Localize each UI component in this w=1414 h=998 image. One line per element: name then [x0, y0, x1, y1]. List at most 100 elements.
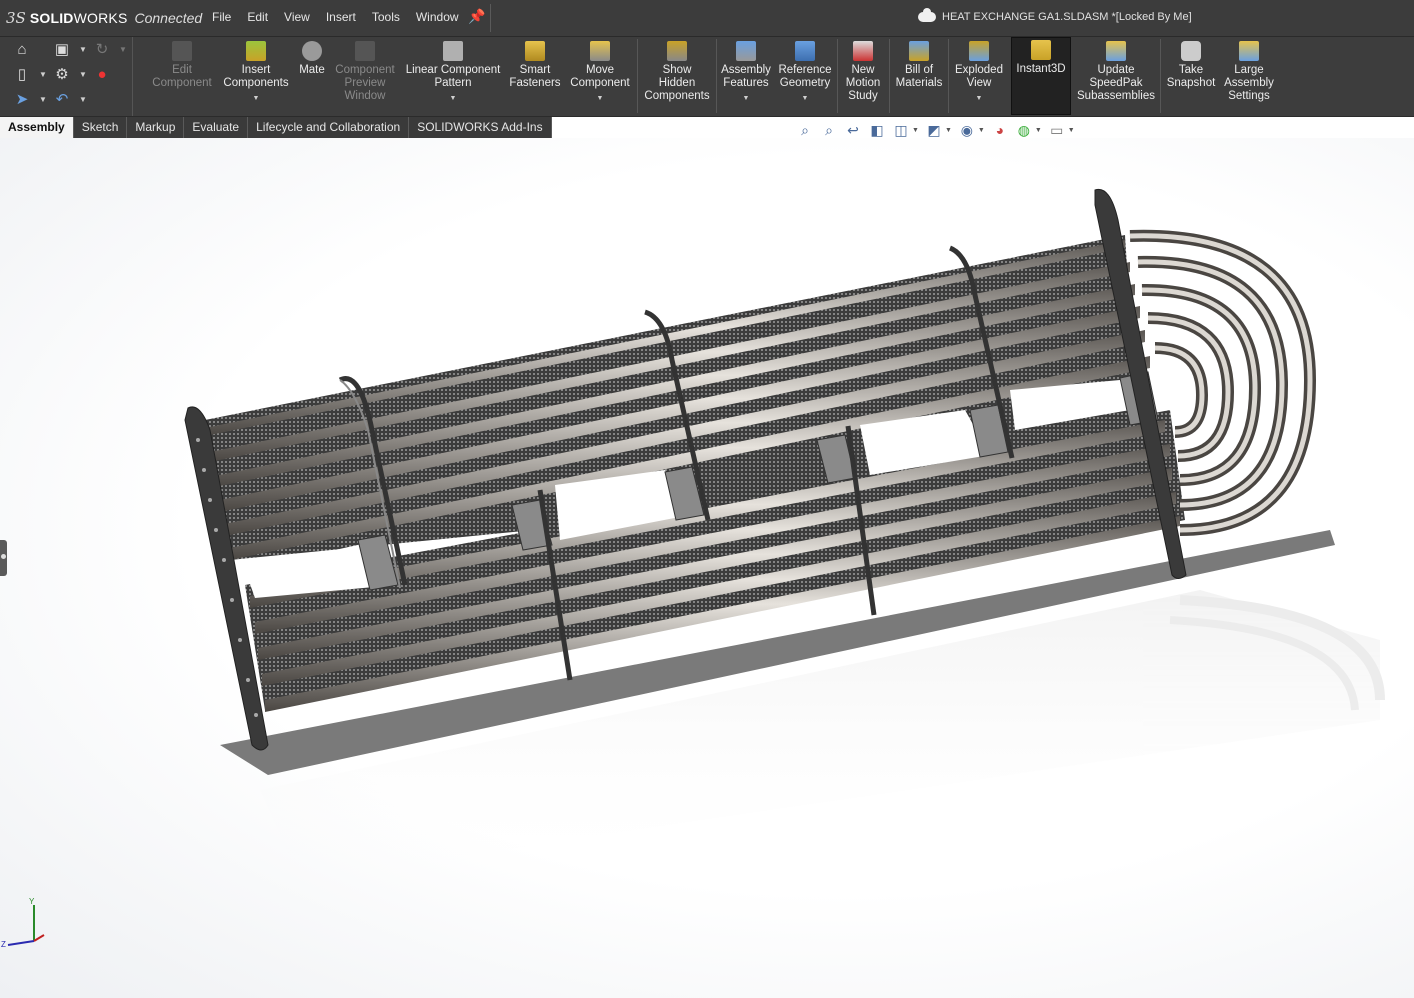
preview-window-icon: [355, 41, 375, 61]
title-separator: [490, 4, 491, 32]
zoom-to-fit-icon[interactable]: ⌕: [796, 121, 814, 139]
reference-triad: Y Z: [1, 897, 45, 949]
quick-access-toolbar: ⌂ ▣ ▼ ↻ ▼ ▯ ▼ ⚙ ▼ ● ➤ ▼ ↶ ▼: [0, 37, 133, 116]
menu-file[interactable]: File: [204, 10, 239, 24]
mate-button[interactable]: Mate: [294, 39, 330, 115]
edit-component-icon: [172, 41, 192, 61]
ribbon-separator: [948, 39, 949, 113]
apply-scene-icon[interactable]: ◍: [1015, 121, 1033, 139]
bill-of-materials-button[interactable]: Bill of Materials: [892, 39, 946, 115]
section-view-icon[interactable]: ◧: [868, 121, 886, 139]
view-settings-monitor-icon[interactable]: ▭: [1048, 121, 1066, 139]
new-dropdown-icon[interactable]: ▼: [39, 70, 47, 79]
smart-fasteners-icon: [525, 41, 545, 61]
cloud-icon: [918, 8, 936, 22]
bill-of-materials-icon: [909, 41, 929, 61]
edit-component-button[interactable]: Edit Component: [146, 39, 218, 115]
linear-pattern-dropdown-icon[interactable]: ▼: [402, 92, 504, 105]
ribbon-separator: [837, 39, 838, 113]
undo-icon[interactable]: ↶: [53, 91, 71, 109]
tab-lifecycle-collaboration[interactable]: Lifecycle and Collaboration: [248, 117, 410, 138]
tab-markup[interactable]: Markup: [127, 117, 185, 138]
smart-fasteners-button[interactable]: Smart Fasteners: [506, 39, 564, 115]
menu-insert[interactable]: Insert: [318, 10, 364, 24]
reference-geometry-icon: [795, 41, 815, 61]
menu-window[interactable]: Window: [408, 10, 467, 24]
insert-components-dropdown-icon[interactable]: ▼: [220, 92, 292, 105]
select-cursor-icon[interactable]: ➤: [13, 91, 31, 109]
heat-exchanger-model[interactable]: [0, 138, 1414, 898]
triad-z-label: Z: [1, 940, 6, 949]
document-title: HEAT EXCHANGE GA1.SLDASM *[Locked By Me]: [918, 8, 1192, 23]
view-settings-dropdown-icon[interactable]: ▼: [1068, 127, 1075, 134]
ribbon-separator: [637, 39, 638, 113]
ribbon-separator: [889, 39, 890, 113]
take-snapshot-button[interactable]: Take Snapshot: [1163, 39, 1219, 115]
new-motion-study-button[interactable]: New Motion Study: [840, 39, 886, 115]
instant3d-button[interactable]: Instant3D: [1011, 37, 1071, 115]
edit-appearance-icon[interactable]: ◕: [991, 121, 1009, 139]
linear-pattern-icon: [443, 41, 463, 61]
tab-sketch[interactable]: Sketch: [74, 117, 128, 138]
apply-scene-dropdown-icon[interactable]: ▼: [1035, 127, 1042, 134]
instant3d-icon: [1031, 40, 1051, 60]
component-preview-window-button[interactable]: Component Preview Window: [332, 39, 398, 115]
show-hidden-components-button[interactable]: Show Hidden Components: [642, 39, 712, 115]
rebuild-dropdown-icon[interactable]: ▼: [119, 45, 127, 54]
previous-view-icon[interactable]: ↩: [844, 121, 862, 139]
assembly-features-dropdown-icon[interactable]: ▼: [720, 92, 772, 105]
move-component-button[interactable]: Move Component ▼: [566, 39, 634, 115]
insert-components-icon: [246, 41, 266, 61]
reference-geometry-dropdown-icon[interactable]: ▼: [776, 92, 834, 105]
mate-paperclip-icon: [302, 41, 322, 61]
assembly-features-button[interactable]: Assembly Features ▼: [720, 39, 772, 115]
save-dropdown-icon[interactable]: ▼: [79, 45, 87, 54]
tab-evaluate[interactable]: Evaluate: [184, 117, 249, 138]
menu-bar: File Edit View Insert Tools Window: [204, 10, 467, 24]
tab-solidworks-add-ins[interactable]: SOLIDWORKS Add-Ins: [409, 117, 552, 138]
large-assembly-icon: [1239, 41, 1259, 61]
display-style-dropdown-icon[interactable]: ▼: [945, 127, 952, 134]
new-document-icon[interactable]: ▯: [13, 66, 31, 84]
home-icon[interactable]: ⌂: [13, 41, 31, 59]
move-component-icon: [590, 41, 610, 61]
ribbon-separator: [716, 39, 717, 113]
display-style-icon[interactable]: ◩: [925, 121, 943, 139]
brand-variant: Connected: [134, 10, 203, 26]
large-assembly-settings-button[interactable]: Large Assembly Settings: [1222, 39, 1276, 115]
command-manager-tabs: Assembly Sketch Markup Evaluate Lifecycl…: [0, 117, 552, 138]
hide-show-dropdown-icon[interactable]: ▼: [978, 127, 985, 134]
zoom-to-area-icon[interactable]: ⌕: [820, 121, 838, 139]
menu-view[interactable]: View: [276, 10, 318, 24]
undo-dropdown-icon[interactable]: ▼: [79, 95, 87, 104]
menu-edit[interactable]: Edit: [239, 10, 276, 24]
exploded-view-dropdown-icon[interactable]: ▼: [951, 92, 1007, 105]
update-speedpak-button[interactable]: Update SpeedPak Subassemblies: [1074, 39, 1158, 115]
rebuild-icon[interactable]: ↻: [93, 41, 111, 59]
ds-logo-icon: 3S: [6, 9, 26, 27]
insert-components-button[interactable]: Insert Components ▼: [220, 39, 292, 115]
pin-menu-icon[interactable]: 📌: [468, 8, 485, 25]
linear-component-pattern-button[interactable]: Linear Component Pattern ▼: [402, 39, 504, 115]
reference-geometry-button[interactable]: Reference Geometry ▼: [776, 39, 834, 115]
exploded-view-button[interactable]: Exploded View ▼: [951, 39, 1007, 115]
document-title-text: HEAT EXCHANGE GA1.SLDASM *[Locked By Me]: [942, 11, 1192, 23]
speedpak-icon: [1106, 41, 1126, 61]
tab-assembly[interactable]: Assembly: [0, 117, 74, 138]
traffic-light-icon[interactable]: ●: [93, 66, 111, 84]
heads-up-view-toolbar: ⌕ ⌕ ↩ ◧ ◫ ▼ ◩ ▼ ◉ ▼ ◕ ◍ ▼ ▭ ▼: [796, 121, 1075, 139]
hide-show-items-icon[interactable]: ◉: [958, 121, 976, 139]
options-dropdown-icon[interactable]: ▼: [79, 70, 87, 79]
save-icon[interactable]: ▣: [53, 41, 71, 59]
select-dropdown-icon[interactable]: ▼: [39, 95, 47, 104]
solidworks-logo[interactable]: 3S SOLIDWORKS Connected: [6, 9, 202, 27]
move-component-dropdown-icon[interactable]: ▼: [566, 92, 634, 105]
motion-study-icon: [853, 41, 873, 61]
command-manager-ribbon: ⌂ ▣ ▼ ↻ ▼ ▯ ▼ ⚙ ▼ ● ➤ ▼ ↶ ▼ Edit Componen…: [0, 37, 1414, 117]
view-orientation-icon[interactable]: ◫: [892, 121, 910, 139]
show-hidden-icon: [667, 41, 687, 61]
view-orientation-dropdown-icon[interactable]: ▼: [912, 127, 919, 134]
gear-icon[interactable]: ⚙: [53, 66, 71, 84]
assembly-features-icon: [736, 41, 756, 61]
menu-tools[interactable]: Tools: [364, 10, 408, 24]
